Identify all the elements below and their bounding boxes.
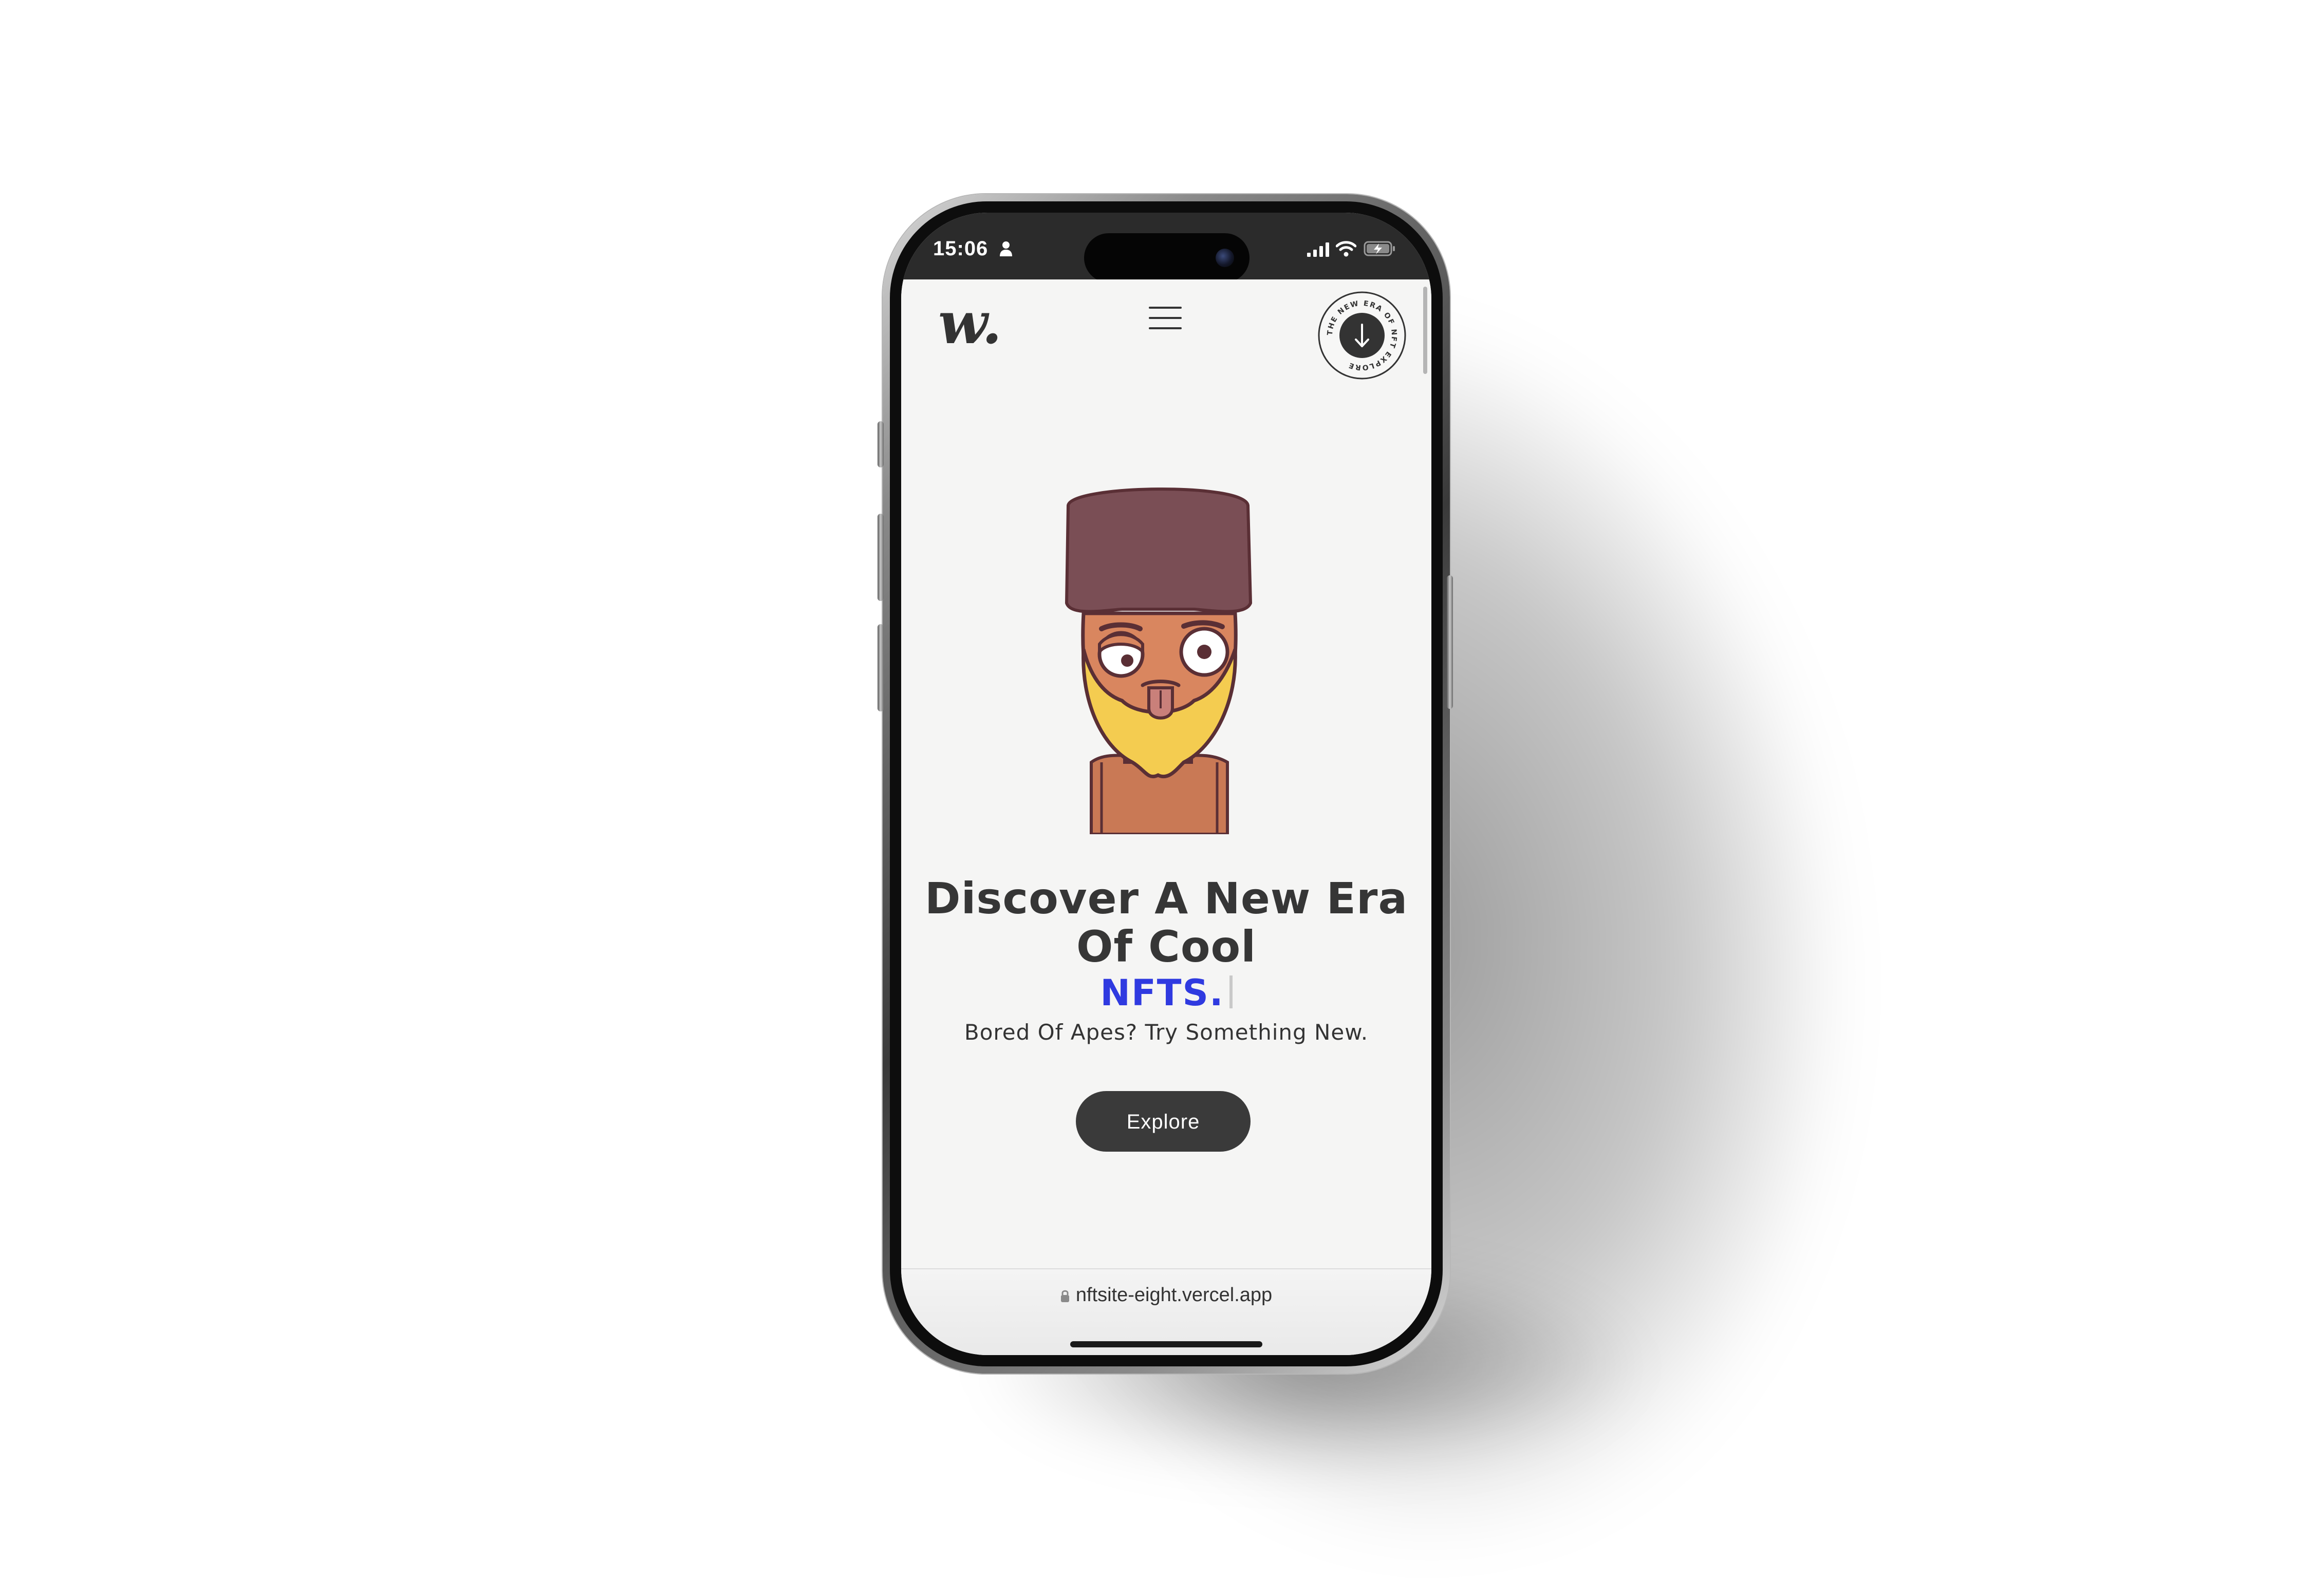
site-logo[interactable]: w. (938, 295, 1002, 352)
url-text: nftsite-eight.vercel.app (1075, 1284, 1273, 1306)
typing-cursor (1229, 975, 1233, 1008)
hero-highlight-line: NFTS. (901, 972, 1431, 1014)
volume-down-button (878, 624, 884, 711)
explore-button[interactable]: Explore (1076, 1091, 1251, 1152)
battery-charging-icon (1364, 241, 1395, 256)
front-camera (1216, 249, 1234, 267)
lock-icon (1060, 1290, 1069, 1302)
wifi-icon (1336, 241, 1356, 257)
status-time: 15:06 (933, 237, 989, 260)
web-page[interactable]: w. THE NEW ERA OF NFT EXPLORE Discover A… (901, 279, 1431, 1268)
status-bar: 15:06 (901, 213, 1431, 283)
home-indicator[interactable] (1070, 1341, 1262, 1347)
volume-up-button (878, 514, 884, 601)
hero-subtitle: Bored Of Apes? Try Something New. (964, 1020, 1369, 1045)
page-scrollbar[interactable] (1423, 287, 1427, 374)
dynamic-island (1084, 233, 1250, 283)
person-icon (1000, 241, 1012, 256)
hamburger-menu-icon[interactable] (1148, 305, 1183, 331)
power-button (1447, 575, 1453, 709)
phone-screen: 15:06 w. THE NEW ERA OF NFT EXPLORE Disc… (901, 213, 1431, 1355)
action-button (878, 421, 884, 467)
browser-address-bar[interactable]: nftsite-eight.vercel.app (901, 1268, 1431, 1355)
explore-badge-button[interactable]: THE NEW ERA OF NFT EXPLORE (1317, 291, 1407, 380)
url-field[interactable]: nftsite-eight.vercel.app (901, 1280, 1431, 1310)
signal-icon (1307, 242, 1329, 257)
nft-avatar-character-icon (1065, 487, 1253, 834)
hero-highlight: NFTS. (1100, 972, 1224, 1014)
hero-headline: Discover A New Era Of Cool (924, 873, 1408, 972)
